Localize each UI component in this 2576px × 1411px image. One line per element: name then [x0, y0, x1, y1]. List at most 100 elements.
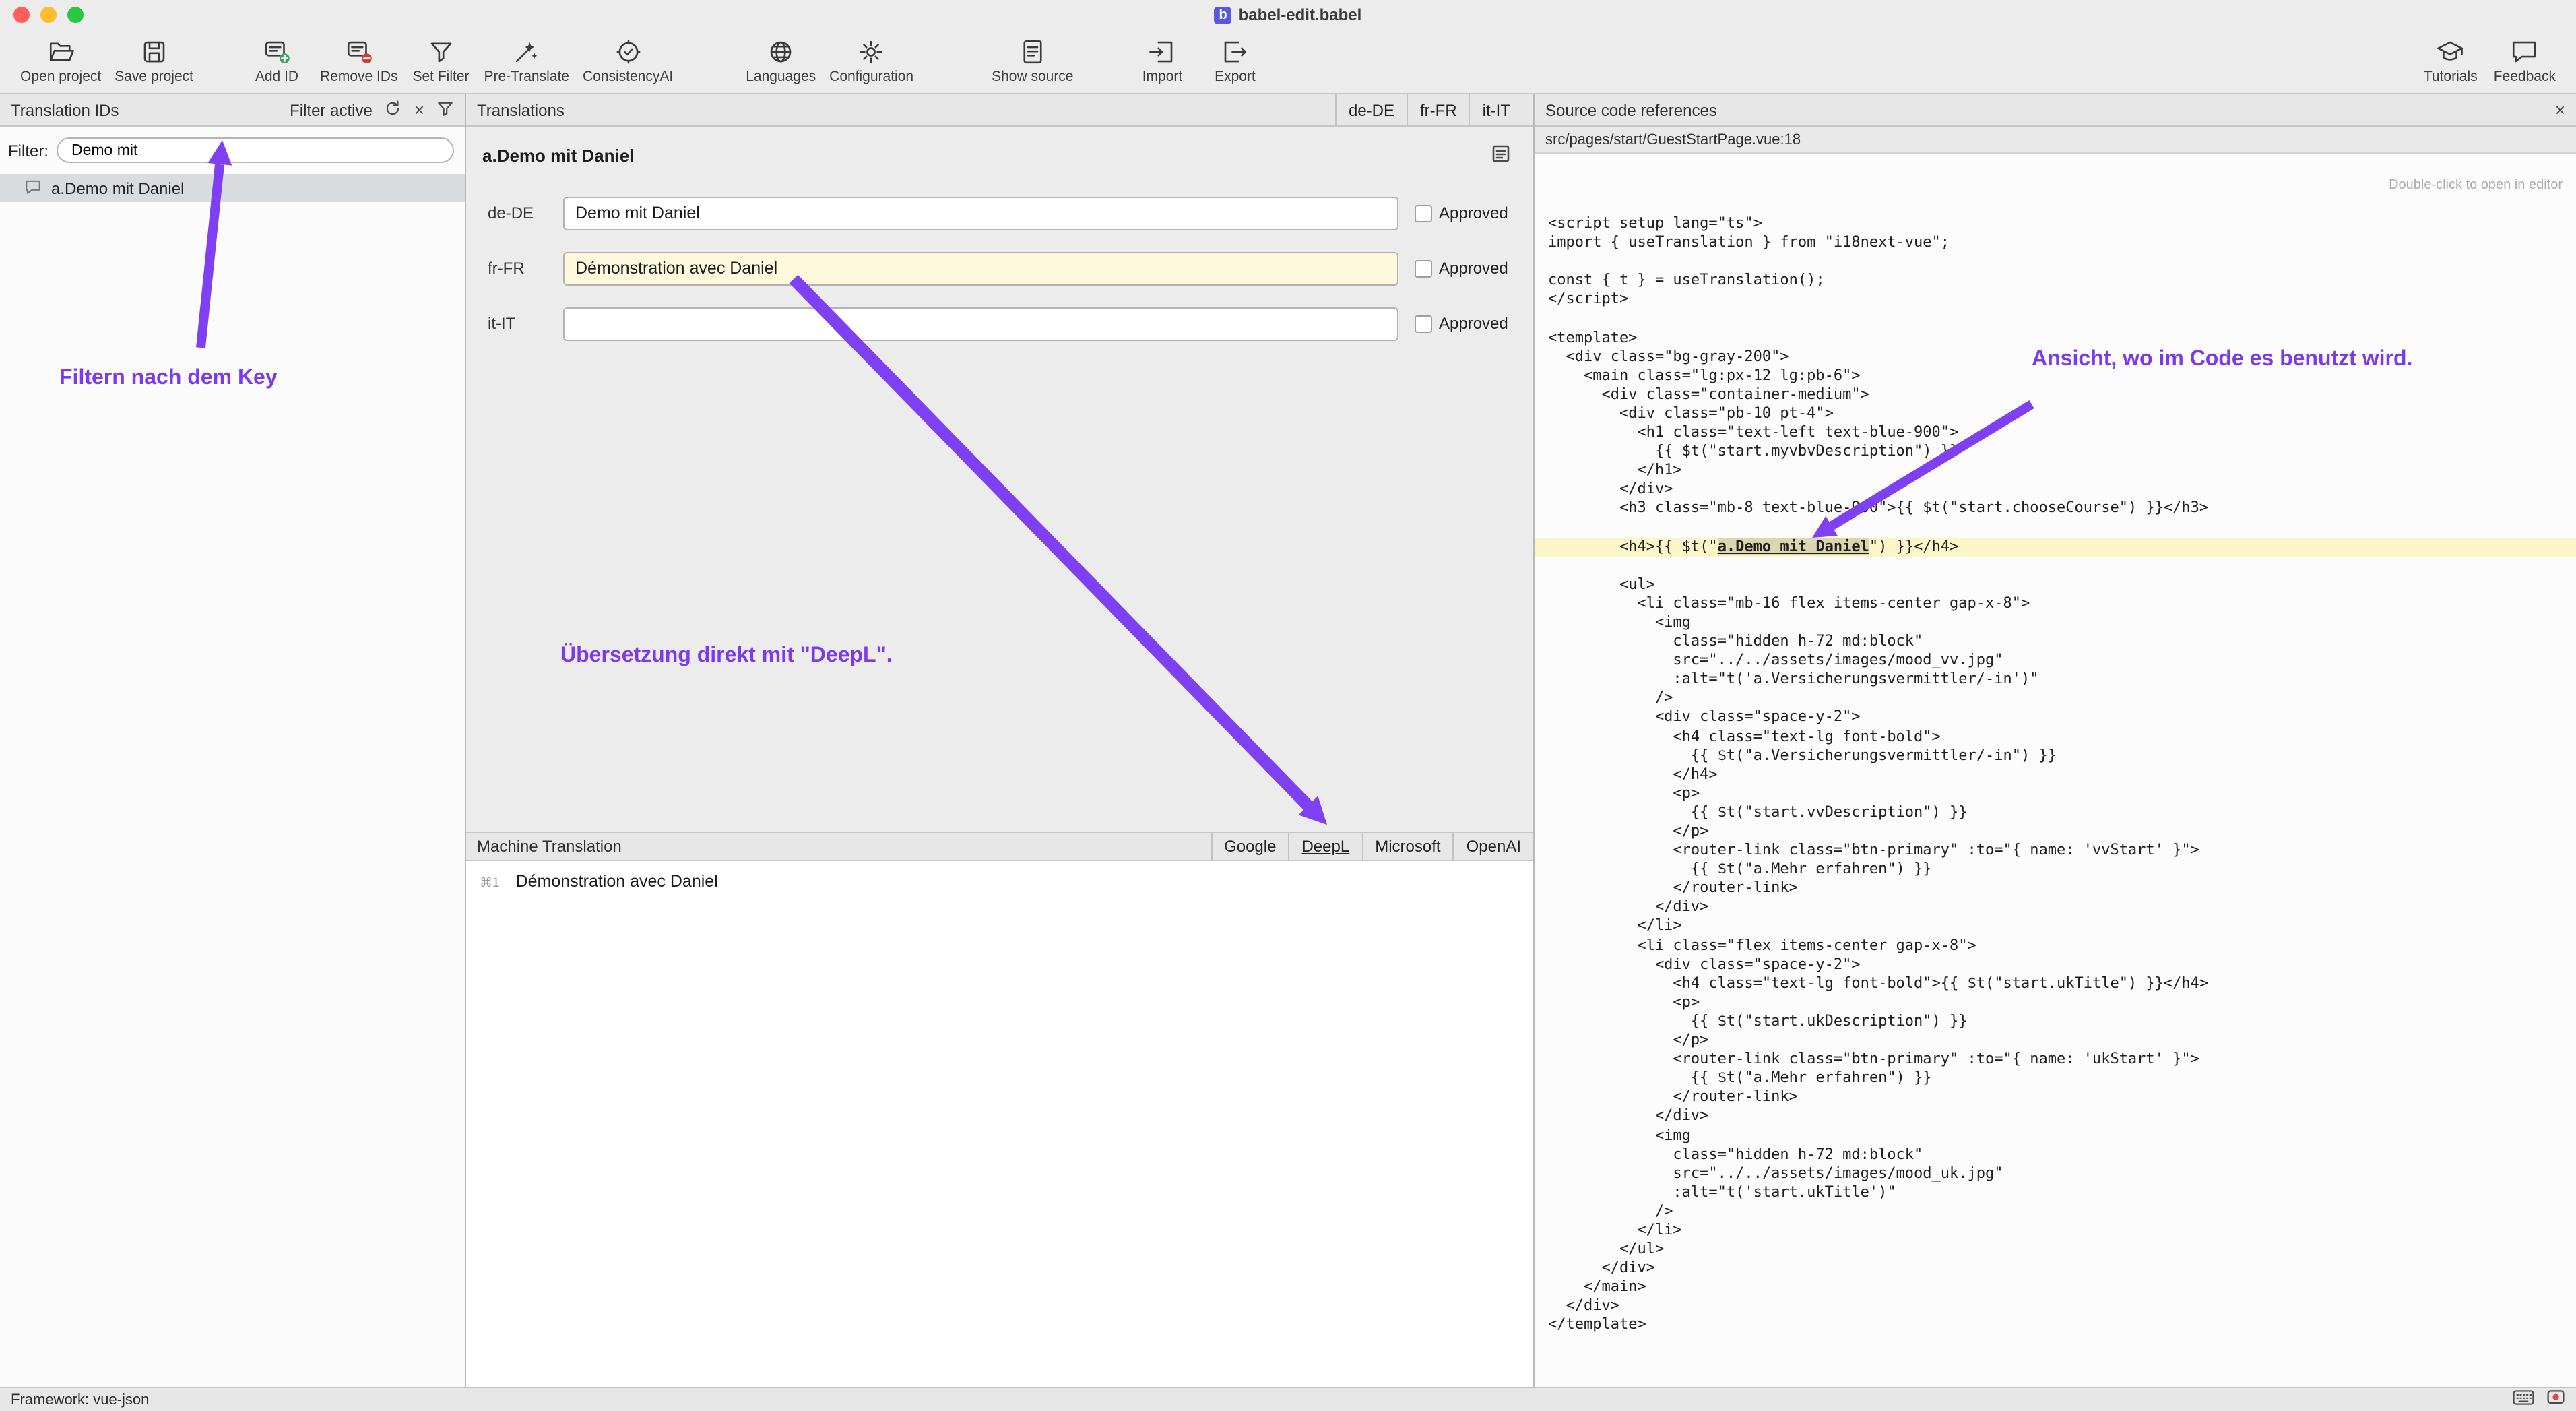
- checkbox[interactable]: [1415, 315, 1432, 332]
- checkbox[interactable]: [1415, 259, 1432, 277]
- code-line[interactable]: {{ $t("start.ukDescription") }}: [1535, 1012, 2576, 1031]
- code-line[interactable]: </li>: [1535, 1221, 2576, 1240]
- mt-provider-openai[interactable]: OpenAI: [1453, 833, 1533, 860]
- translation-input-de-de[interactable]: [563, 196, 1398, 230]
- code-line[interactable]: </div>: [1535, 480, 2576, 499]
- close-window-button[interactable]: [13, 7, 30, 23]
- code-line[interactable]: <img: [1535, 1126, 2576, 1145]
- code-line[interactable]: <template>: [1535, 328, 2576, 347]
- code-line[interactable]: <h4 class="text-lg font-bold">{{ $t("sta…: [1535, 974, 2576, 993]
- code-line[interactable]: <h3 class="mb-8 text-blue-900">{{ $t("st…: [1535, 499, 2576, 518]
- toolbar-button-add-id[interactable]: Add ID: [240, 35, 313, 88]
- code-line[interactable]: </router-link>: [1535, 1088, 2576, 1107]
- code-line[interactable]: {{ $t("start.myvbvDescription") }}: [1535, 442, 2576, 461]
- toolbar-button-import[interactable]: Import: [1126, 35, 1199, 88]
- code-line[interactable]: <li class="mb-16 flex items-center gap-x…: [1535, 594, 2576, 613]
- approved-checkbox-it-it[interactable]: Approved: [1415, 314, 1508, 333]
- language-tab-de-de[interactable]: de-DE: [1335, 94, 1407, 125]
- code-line[interactable]: [1535, 556, 2576, 575]
- code-line[interactable]: import { useTranslation } from "i18next-…: [1535, 233, 2576, 252]
- code-line[interactable]: </p>: [1535, 1031, 2576, 1050]
- code-line[interactable]: </h4>: [1535, 765, 2576, 784]
- code-line[interactable]: [1535, 309, 2576, 328]
- refresh-filter-button[interactable]: [385, 99, 402, 121]
- code-line[interactable]: </p>: [1535, 822, 2576, 841]
- code-line[interactable]: <li class="flex items-center gap-x-8">: [1535, 936, 2576, 955]
- code-line[interactable]: <ul>: [1535, 575, 2576, 594]
- clear-filter-button[interactable]: ×: [414, 101, 424, 119]
- code-line[interactable]: <div class="space-y-2">: [1535, 955, 2576, 974]
- toolbar-button-consistencyai[interactable]: ConsistencyAI: [576, 35, 680, 88]
- code-line[interactable]: <div class="space-y-2">: [1535, 708, 2576, 727]
- code-line[interactable]: </div>: [1535, 1297, 2576, 1316]
- code-line[interactable]: {{ $t("a.Mehr erfahren") }}: [1535, 860, 2576, 879]
- code-line[interactable]: <img: [1535, 613, 2576, 632]
- code-line[interactable]: />: [1535, 689, 2576, 708]
- toolbar-button-set-filter[interactable]: Set Filter: [405, 35, 478, 88]
- code-line[interactable]: class="hidden h-72 md:block": [1535, 632, 2576, 651]
- code-line[interactable]: :alt="t('start.ukTitle')": [1535, 1183, 2576, 1202]
- code-line[interactable]: />: [1535, 1202, 2576, 1221]
- toolbar-button-languages[interactable]: Languages: [739, 35, 823, 88]
- filter-funnel-button[interactable]: [437, 99, 454, 121]
- code-line[interactable]: </div>: [1535, 1107, 2576, 1126]
- toolbar-button-open-project[interactable]: Open project: [13, 35, 108, 88]
- code-line[interactable]: <h1 class="text-left text-blue-900">: [1535, 423, 2576, 442]
- toolbar-button-show-source[interactable]: Show source: [985, 35, 1080, 88]
- toolbar-button-save-project[interactable]: Save project: [108, 35, 200, 88]
- source-code-view[interactable]: Double-click to open in editor <script s…: [1535, 154, 2576, 1387]
- code-line[interactable]: <script setup lang="ts">: [1535, 214, 2576, 233]
- language-tab-it-it[interactable]: it-IT: [1469, 94, 1522, 125]
- mt-provider-deepl[interactable]: DeepL: [1288, 833, 1361, 860]
- screen-record-icon[interactable]: [2546, 1388, 2565, 1411]
- code-line[interactable]: class="hidden h-72 md:block": [1535, 1145, 2576, 1164]
- code-line[interactable]: </div>: [1535, 898, 2576, 917]
- toolbar-button-feedback[interactable]: Feedback: [2487, 35, 2563, 88]
- toolbar-button-pre-translate[interactable]: Pre-Translate: [478, 35, 576, 88]
- toolbar-button-configuration[interactable]: Configuration: [823, 35, 920, 88]
- minimize-window-button[interactable]: [40, 7, 57, 23]
- comment-note-button[interactable]: [1490, 143, 1512, 164]
- translation-input-it-it[interactable]: [563, 307, 1398, 340]
- translation-input-fr-fr[interactable]: [563, 251, 1398, 285]
- code-line[interactable]: [1535, 518, 2576, 537]
- code-line[interactable]: src="../../assets/images/mood_uk.jpg": [1535, 1164, 2576, 1183]
- code-line[interactable]: </script>: [1535, 290, 2576, 309]
- code-line[interactable]: </li>: [1535, 917, 2576, 936]
- checkbox[interactable]: [1415, 204, 1432, 222]
- code-line[interactable]: </template>: [1535, 1316, 2576, 1335]
- code-line[interactable]: </router-link>: [1535, 879, 2576, 898]
- code-line[interactable]: {{ $t("a.Versicherungsvermittler/-in") }…: [1535, 746, 2576, 765]
- source-file-reference[interactable]: src/pages/start/GuestStartPage.vue:18: [1535, 127, 2576, 154]
- zoom-window-button[interactable]: [67, 7, 84, 23]
- code-line[interactable]: <p>: [1535, 784, 2576, 803]
- code-line[interactable]: <router-link class="btn-primary" :to="{ …: [1535, 1050, 2576, 1069]
- code-line[interactable]: </h1>: [1535, 461, 2576, 480]
- approved-checkbox-fr-fr[interactable]: Approved: [1415, 259, 1508, 278]
- filter-input[interactable]: [57, 137, 454, 163]
- code-line[interactable]: :alt="t('a.Versicherungsvermittler/-in')…: [1535, 670, 2576, 689]
- code-line[interactable]: <h4 class="text-lg font-bold">: [1535, 727, 2576, 746]
- code-line[interactable]: const { t } = useTranslation();: [1535, 272, 2576, 290]
- code-line[interactable]: <div class="pb-10 pt-4">: [1535, 404, 2576, 423]
- code-line[interactable]: [1535, 252, 2576, 271]
- code-line[interactable]: <p>: [1535, 993, 2576, 1012]
- code-line[interactable]: </ul>: [1535, 1240, 2576, 1259]
- machine-translation-suggestion[interactable]: ⌘1 Démonstration avec Daniel: [480, 872, 1520, 891]
- code-line[interactable]: src="../../assets/images/mood_vv.jpg": [1535, 651, 2576, 670]
- code-line[interactable]: {{ $t("start.vvDescription") }}: [1535, 803, 2576, 822]
- code-line[interactable]: </div>: [1535, 1259, 2576, 1278]
- code-line[interactable]: {{ $t("a.Mehr erfahren") }}: [1535, 1069, 2576, 1088]
- approved-checkbox-de-de[interactable]: Approved: [1415, 203, 1508, 222]
- toolbar-button-remove-ids[interactable]: Remove IDs: [313, 35, 405, 88]
- mt-provider-google[interactable]: Google: [1211, 833, 1288, 860]
- language-tab-fr-fr[interactable]: fr-FR: [1407, 94, 1469, 125]
- translation-id-item[interactable]: a.Demo mit Daniel: [0, 174, 465, 202]
- code-line[interactable]: <h4>{{ $t("a.Demo mit Daniel") }}</h4>: [1535, 537, 2576, 556]
- code-line[interactable]: <div class="container-medium">: [1535, 385, 2576, 404]
- keyboard-icon[interactable]: [2513, 1389, 2534, 1410]
- code-line[interactable]: <router-link class="btn-primary" :to="{ …: [1535, 841, 2576, 860]
- mt-provider-microsoft[interactable]: Microsoft: [1361, 833, 1452, 860]
- toolbar-button-export[interactable]: Export: [1199, 35, 1272, 88]
- code-line[interactable]: </main>: [1535, 1278, 2576, 1297]
